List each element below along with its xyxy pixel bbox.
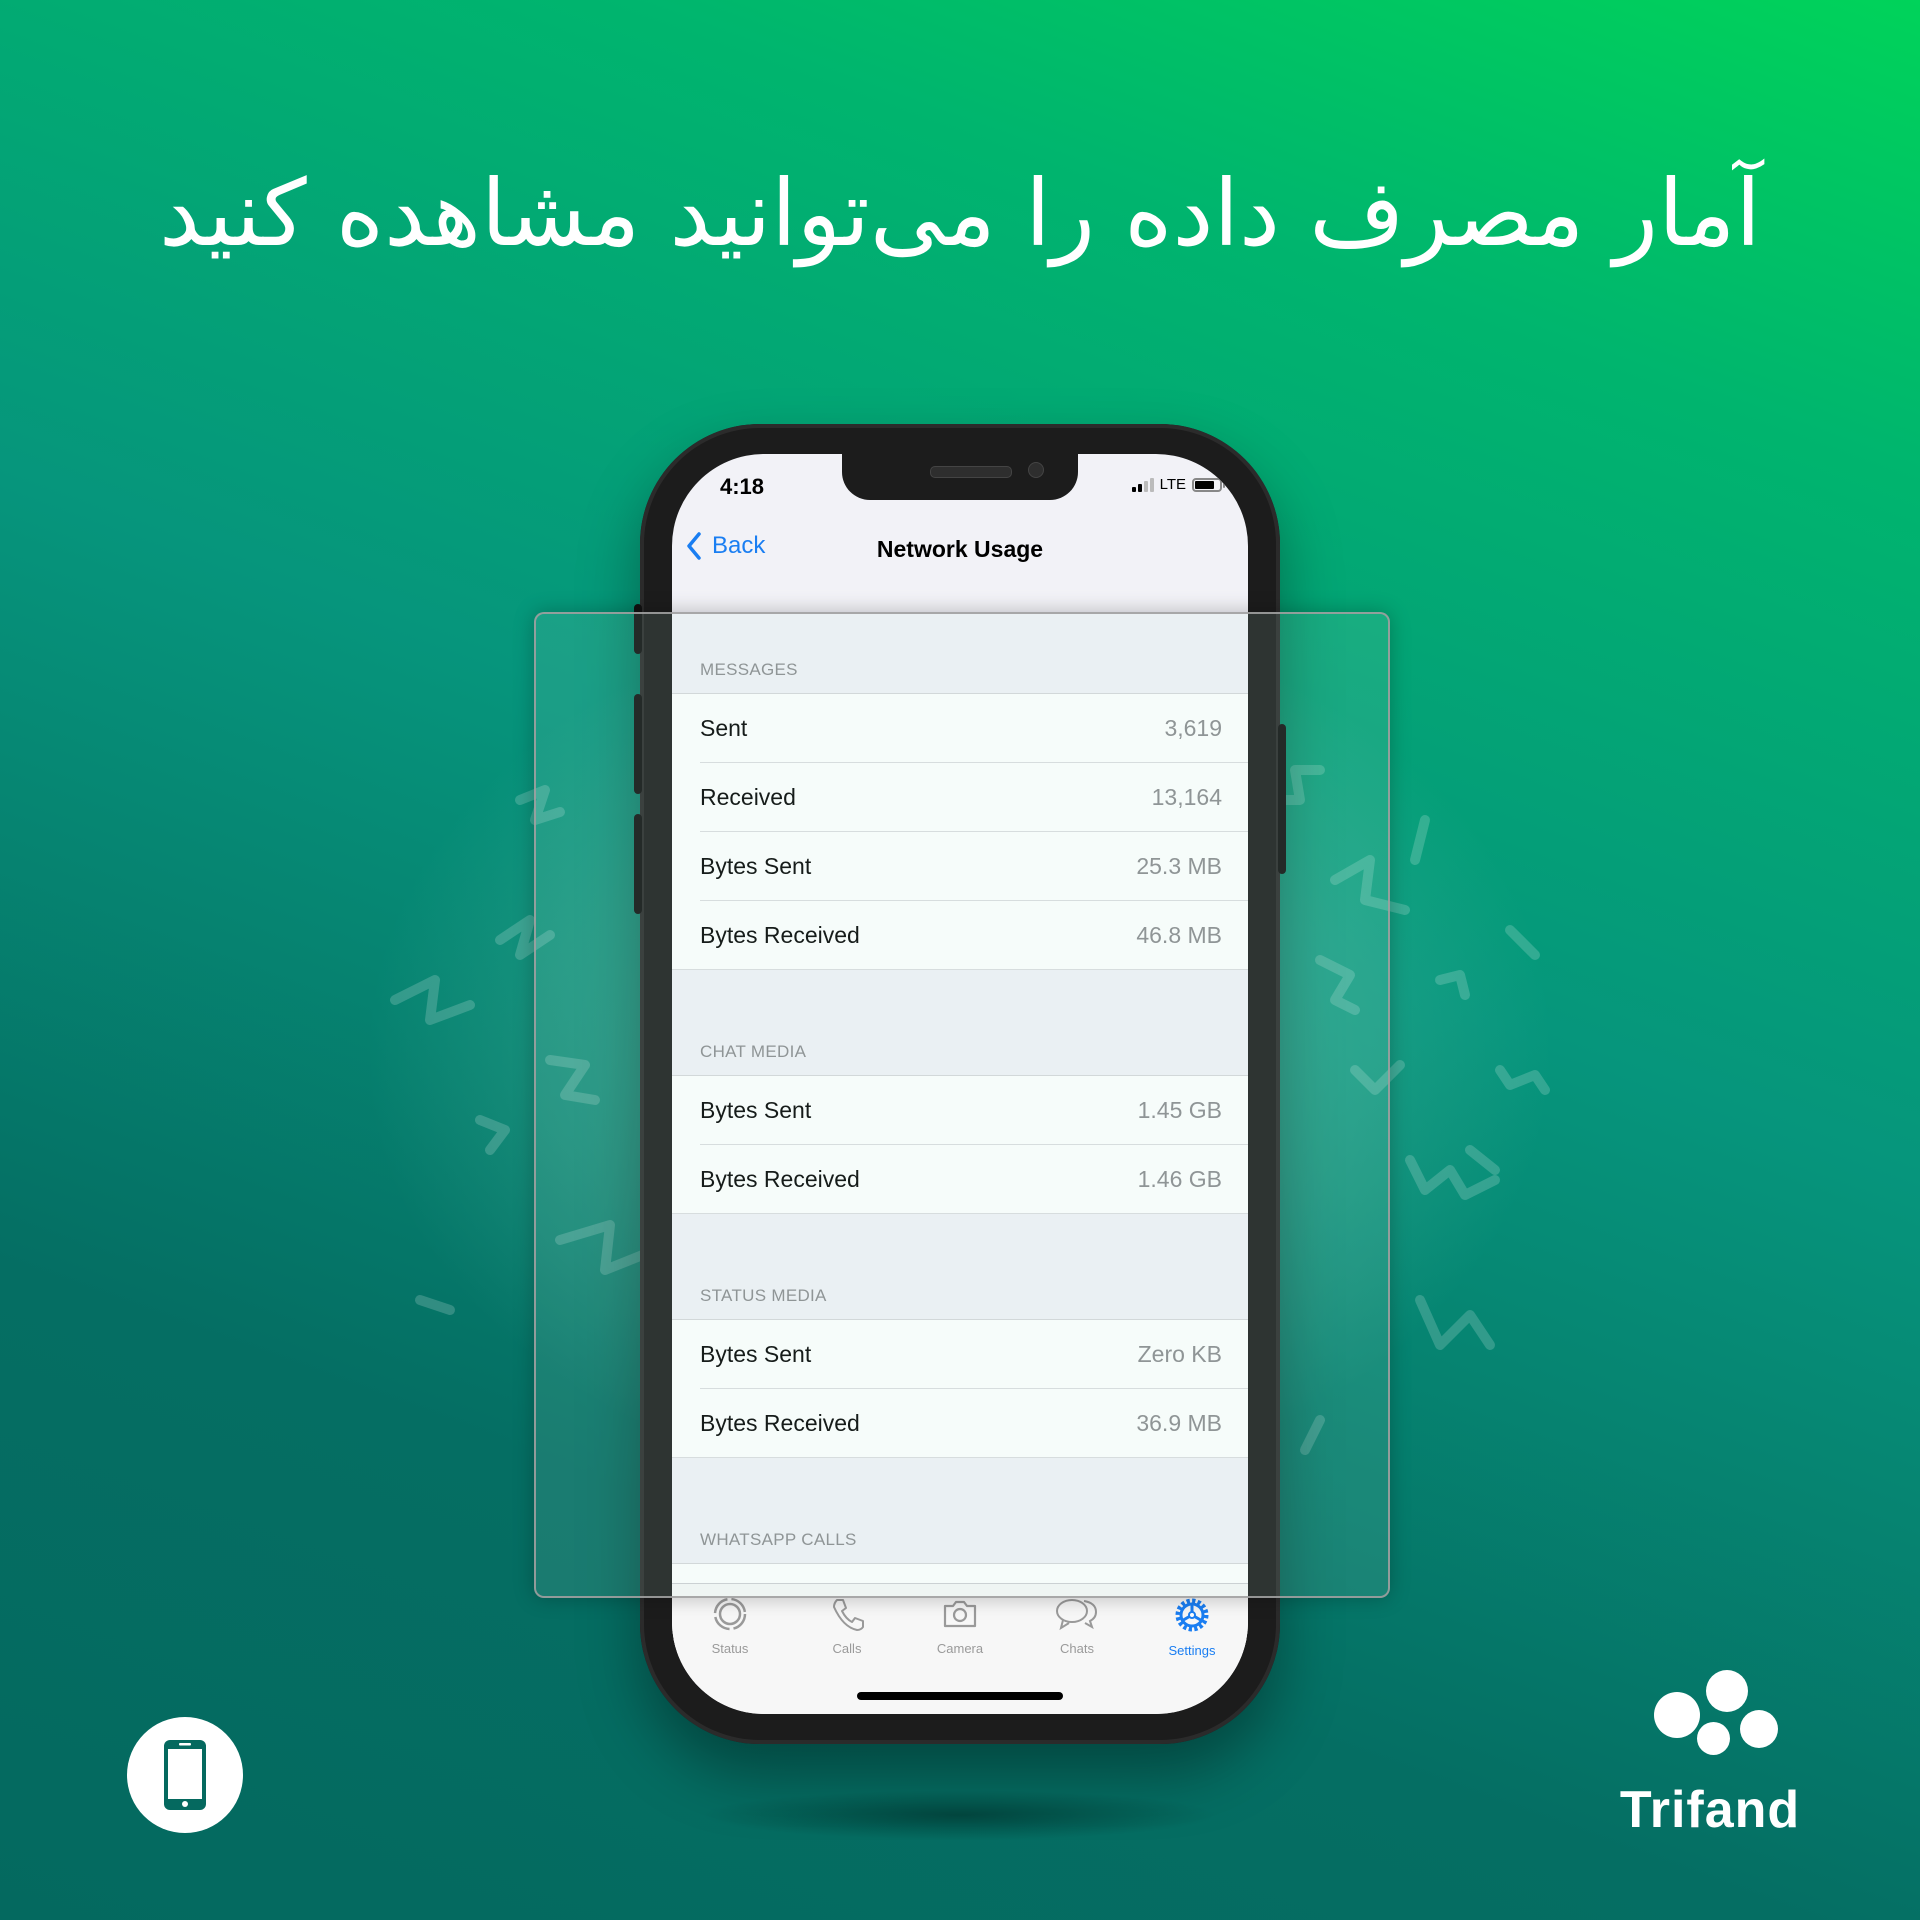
list-row: Bytes Received 36.9 MB (672, 1389, 1248, 1458)
list-row: Bytes Sent 25.3 MB (672, 832, 1248, 901)
tab-camera[interactable]: Camera (910, 1596, 1010, 1656)
mute-switch (634, 604, 642, 654)
row-value: 46.8 MB (1136, 922, 1222, 948)
power-button (1278, 724, 1286, 874)
phone-floor-shadow (700, 1790, 1220, 1840)
smartphone-icon (164, 1740, 206, 1810)
brand-logo: Trifand (1610, 1670, 1810, 1840)
notch (842, 454, 1078, 500)
tab-chats[interactable]: Chats (1027, 1596, 1127, 1656)
row-label: Received (700, 784, 796, 810)
row-value: 36.9 MB (1136, 1410, 1222, 1436)
phone-screen: 4:18 LTE Back Network Usage MESSAGES Sen… (672, 454, 1248, 1714)
volume-down-button (634, 814, 642, 914)
tab-status[interactable]: Status (680, 1596, 780, 1656)
tab-label: Calls (832, 1641, 862, 1656)
gear-icon (1175, 1598, 1209, 1632)
row-value: 1.46 GB (1137, 1166, 1222, 1192)
row-value: 25.3 MB (1136, 853, 1222, 879)
list-row: Bytes Sent Zero KB (672, 1320, 1248, 1389)
row-label: Bytes Sent (700, 1097, 812, 1123)
row-value: Zero KB (1137, 1341, 1222, 1367)
row-label: Bytes Received (700, 922, 860, 948)
section-header-chat-media: CHAT MEDIA (672, 1028, 1248, 1076)
signal-icon (1131, 477, 1154, 492)
section-header-whatsapp-calls: WHATSAPP CALLS (672, 1516, 1248, 1564)
row-label: Sent (700, 715, 748, 741)
row-label: Bytes Sent (700, 1341, 812, 1367)
smartphone-badge (127, 1717, 243, 1833)
camera-icon (943, 1600, 977, 1628)
list-row: Bytes Received 46.8 MB (672, 901, 1248, 970)
tab-calls[interactable]: Calls (797, 1596, 897, 1656)
phone-icon (833, 1599, 864, 1631)
section-header-messages: MESSAGES (672, 646, 1248, 694)
status-indicators: LTE (1131, 476, 1225, 493)
list-row: Bytes Sent 1.45 GB (672, 1076, 1248, 1145)
network-usage-list: MESSAGES Sent 3,619 Received 13,164 Bytes … (672, 646, 1248, 1702)
headline: آمار مصرف داده را می‌توانید مشاهده کنید (159, 160, 1761, 267)
battery-icon (1192, 477, 1225, 492)
tab-label: Chats (1060, 1641, 1094, 1656)
tab-bar: Status Calls Camera Chats Settings (672, 1583, 1248, 1714)
speaker-grille (930, 466, 1012, 478)
list-row: Sent 3,619 (672, 694, 1248, 763)
chat-bubbles-icon (1056, 1599, 1098, 1631)
row-label: Bytes Sent (700, 853, 812, 879)
tab-label: Camera (936, 1641, 984, 1656)
tab-settings[interactable]: Settings (1142, 1596, 1242, 1658)
phone-mockup: 4:18 LTE Back Network Usage MESSAGES Sen… (634, 424, 1286, 1744)
page-title: Network Usage (876, 536, 1044, 562)
navigation-bar: Back Network Usage (672, 514, 1248, 584)
list-row: Bytes Received 1.46 GB (672, 1145, 1248, 1214)
volume-up-button (634, 694, 642, 794)
row-value: 1.45 GB (1137, 1097, 1222, 1123)
tab-label: Settings (1168, 1643, 1216, 1658)
network-type: LTE (1159, 476, 1186, 493)
row-value: 3,619 (1164, 715, 1222, 741)
brand-name: Trifand (1619, 1781, 1801, 1839)
status-time: 4:18 (720, 474, 765, 499)
row-label: Bytes Received (700, 1166, 860, 1192)
front-camera (1028, 462, 1044, 478)
row-value: 13,164 (1151, 784, 1222, 810)
home-indicator[interactable] (857, 1692, 1063, 1700)
four-dots-logo-icon (1640, 1670, 1780, 1770)
section-header-status-media: STATUS MEDIA (672, 1272, 1248, 1320)
list-row: Received 13,164 (672, 763, 1248, 832)
row-label: Bytes Received (700, 1410, 860, 1436)
status-icon (713, 1597, 747, 1631)
tab-label: Status (711, 1641, 749, 1656)
